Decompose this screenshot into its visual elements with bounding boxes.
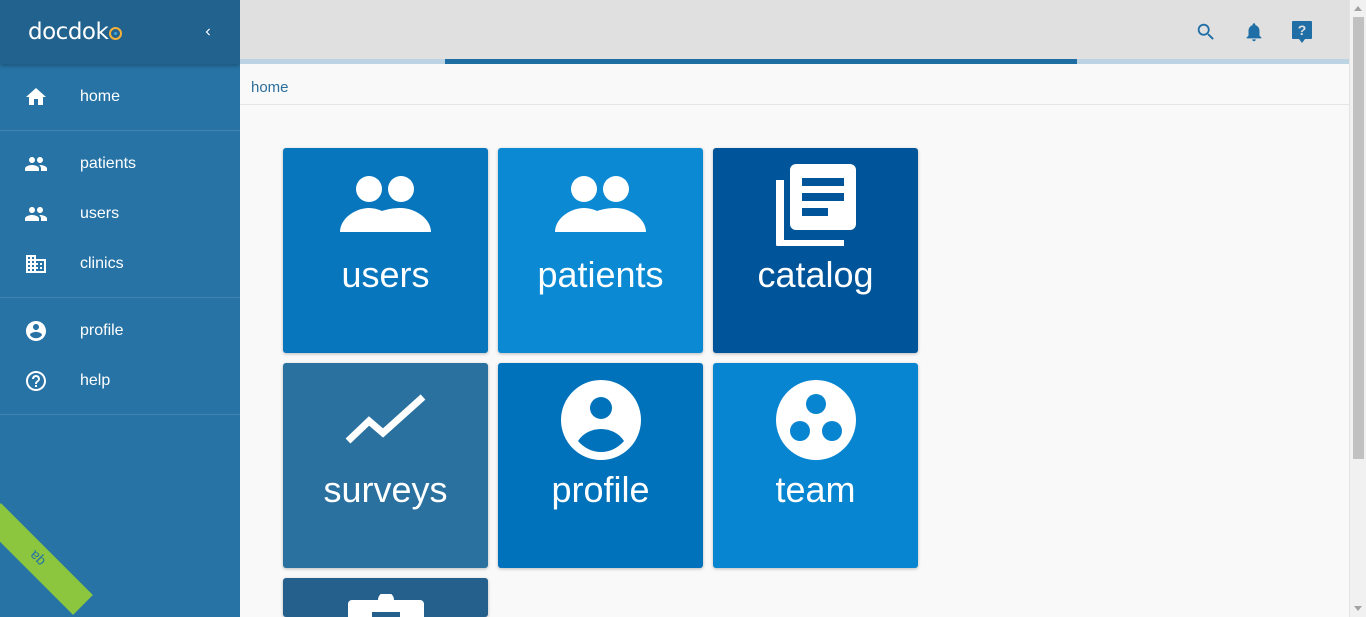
tile-users[interactable]: users [283,148,488,353]
tile-label: surveys [323,469,448,510]
sidebar-item-patients[interactable]: patients [0,139,240,189]
tile-label: users [341,254,430,295]
sidebar-item-clinics[interactable]: clinics [0,239,240,289]
sidebar-item-label: profile [80,322,124,339]
account-circle-icon [560,379,642,461]
trend-line-icon [345,379,427,461]
sidebar-item-label: help [80,372,111,389]
logo-text: docdok [28,19,109,45]
sidebar-item-label: patients [80,155,137,172]
help-bubble-icon: ? [1292,21,1312,43]
sidebar-item-label: home [80,88,121,105]
people-icon [339,164,432,246]
sidebar-item-users[interactable]: users [0,189,240,239]
logo-mark-icon [109,27,123,40]
sidebar-item-label: clinics [80,255,124,272]
tile-clipboard[interactable] [283,578,488,617]
breadcrumb-home[interactable]: home [251,79,289,96]
building-icon [24,252,48,276]
sidebar-header: docdok [0,0,240,64]
library-books-icon [774,164,858,246]
environment-ribbon: qa [0,503,93,615]
sidebar-item-profile[interactable]: profile [0,306,240,356]
collapse-sidebar-button[interactable] [198,22,218,42]
loading-progress-fill [445,59,1077,64]
scroll-up-icon[interactable] [1354,6,1362,11]
chevron-left-icon [205,28,210,36]
top-app-bar: ? [240,0,1350,64]
nav-group-manage: patients users clinics [0,131,240,298]
page-scrollbar[interactable] [1349,0,1366,617]
scrollbar-thumb[interactable] [1353,17,1364,459]
people-icon [554,164,647,246]
tile-label: catalog [757,254,874,295]
nav-group-main: home [0,64,240,131]
tile-patients[interactable]: patients [498,148,703,353]
tile-catalog[interactable]: catalog [713,148,918,353]
people-icon [24,152,48,176]
sidebar-item-help[interactable]: help [0,356,240,406]
home-icon [24,85,48,109]
search-icon [1197,23,1214,40]
bell-icon [1246,23,1262,42]
sidebar-item-label: users [80,205,120,222]
app-logo[interactable]: docdok [28,19,123,45]
scroll-down-icon[interactable] [1354,606,1362,611]
tile-label: team [775,469,856,510]
search-button[interactable] [1194,20,1218,44]
tile-label: profile [551,469,650,510]
nav-group-account: profile help [0,298,240,415]
clipboard-icon [347,594,424,617]
help-button[interactable]: ? [1290,20,1314,44]
topbar-actions: ? [1194,20,1314,44]
tile-team[interactable]: team [713,363,918,568]
environment-ribbon-label: qa [25,547,49,571]
tile-surveys[interactable]: surveys [283,363,488,568]
sidebar-item-home[interactable]: home [0,72,240,122]
dashboard-tiles: users patients catalog surveys profile t… [283,148,923,617]
notifications-button[interactable] [1242,20,1266,44]
tile-profile[interactable]: profile [498,363,703,568]
group-work-icon [775,379,857,461]
people-icon [24,202,48,226]
sidebar: docdok home patients users clinics profi… [0,0,240,617]
breadcrumb: home [240,65,1350,105]
help-circle-icon [24,369,48,393]
svg-text:?: ? [1298,22,1307,38]
tile-label: patients [537,254,664,295]
account-circle-icon [24,319,48,343]
loading-progress-bar [240,59,1350,64]
